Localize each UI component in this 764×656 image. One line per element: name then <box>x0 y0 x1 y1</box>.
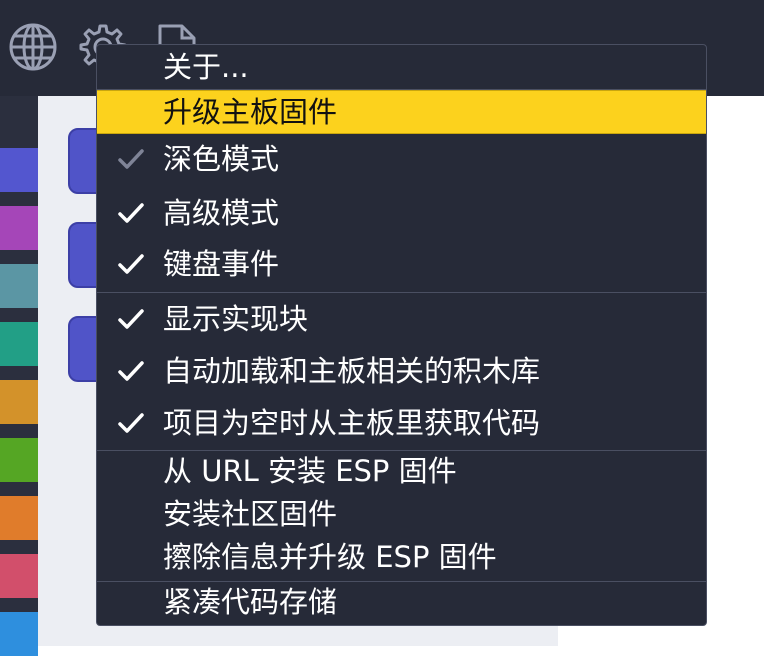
category-tab[interactable] <box>0 612 38 656</box>
menu-divider <box>97 292 706 293</box>
menu-item-label: 键盘事件 <box>163 246 280 281</box>
menu-item-label: 从 URL 安装 ESP 固件 <box>163 453 457 488</box>
checkmark-icon <box>118 203 144 223</box>
category-tab[interactable] <box>0 380 38 424</box>
globe-icon[interactable] <box>8 22 58 72</box>
menu-item-erase-and-upgrade-esp[interactable]: 擦除信息并升级 ESP 固件 <box>97 537 706 577</box>
category-tab[interactable] <box>0 206 38 250</box>
menu-item-label: 高级模式 <box>163 195 280 230</box>
menu-item-fetch-code-from-board[interactable]: 项目为空时从主板里获取代码 <box>97 403 706 443</box>
category-tab[interactable] <box>0 322 38 366</box>
menu-item-label: 关于... <box>163 49 249 84</box>
menu-item-label: 深色模式 <box>163 141 280 176</box>
menu-item-keyboard-events[interactable]: 键盘事件 <box>97 244 706 284</box>
category-tab[interactable] <box>0 496 38 540</box>
checkmark-icon <box>118 309 144 329</box>
category-tab[interactable] <box>0 264 38 308</box>
menu-item-label: 自动加载和主板相关的积木库 <box>163 353 541 388</box>
menu-item-show-implementation-blocks[interactable]: 显示实现块 <box>97 299 706 339</box>
category-sidebar <box>0 96 38 656</box>
menu-item-dark-mode[interactable]: 深色模式 <box>97 139 706 179</box>
category-tab[interactable] <box>0 554 38 598</box>
checkmark-icon <box>118 254 144 274</box>
settings-menu: 关于... 升级主板固件 深色模式 高级模式 键盘事件 显示实现块 自动加载和主… <box>96 44 707 626</box>
menu-item-compact-code-storage[interactable]: 紧凑代码存储 <box>97 582 706 622</box>
checkmark-icon <box>118 149 144 169</box>
checkmark-icon <box>118 413 144 433</box>
menu-item-advanced-mode[interactable]: 高级模式 <box>97 193 706 233</box>
menu-item-install-community-firmware[interactable]: 安装社区固件 <box>97 494 706 534</box>
category-tab[interactable] <box>0 148 38 192</box>
menu-item-upgrade-firmware[interactable]: 升级主板固件 <box>97 90 706 134</box>
menu-item-auto-load-libraries[interactable]: 自动加载和主板相关的积木库 <box>97 351 706 391</box>
category-tab[interactable] <box>0 438 38 482</box>
menu-item-label: 项目为空时从主板里获取代码 <box>163 405 541 440</box>
menu-item-label: 紧凑代码存储 <box>163 584 338 619</box>
menu-item-install-esp-from-url[interactable]: 从 URL 安装 ESP 固件 <box>97 451 706 491</box>
menu-item-about[interactable]: 关于... <box>97 47 706 87</box>
menu-item-label: 升级主板固件 <box>163 94 338 129</box>
menu-item-label: 安装社区固件 <box>163 496 338 531</box>
menu-item-label: 擦除信息并升级 ESP 固件 <box>163 539 497 574</box>
menu-item-label: 显示实现块 <box>163 301 309 336</box>
checkmark-icon <box>118 361 144 381</box>
